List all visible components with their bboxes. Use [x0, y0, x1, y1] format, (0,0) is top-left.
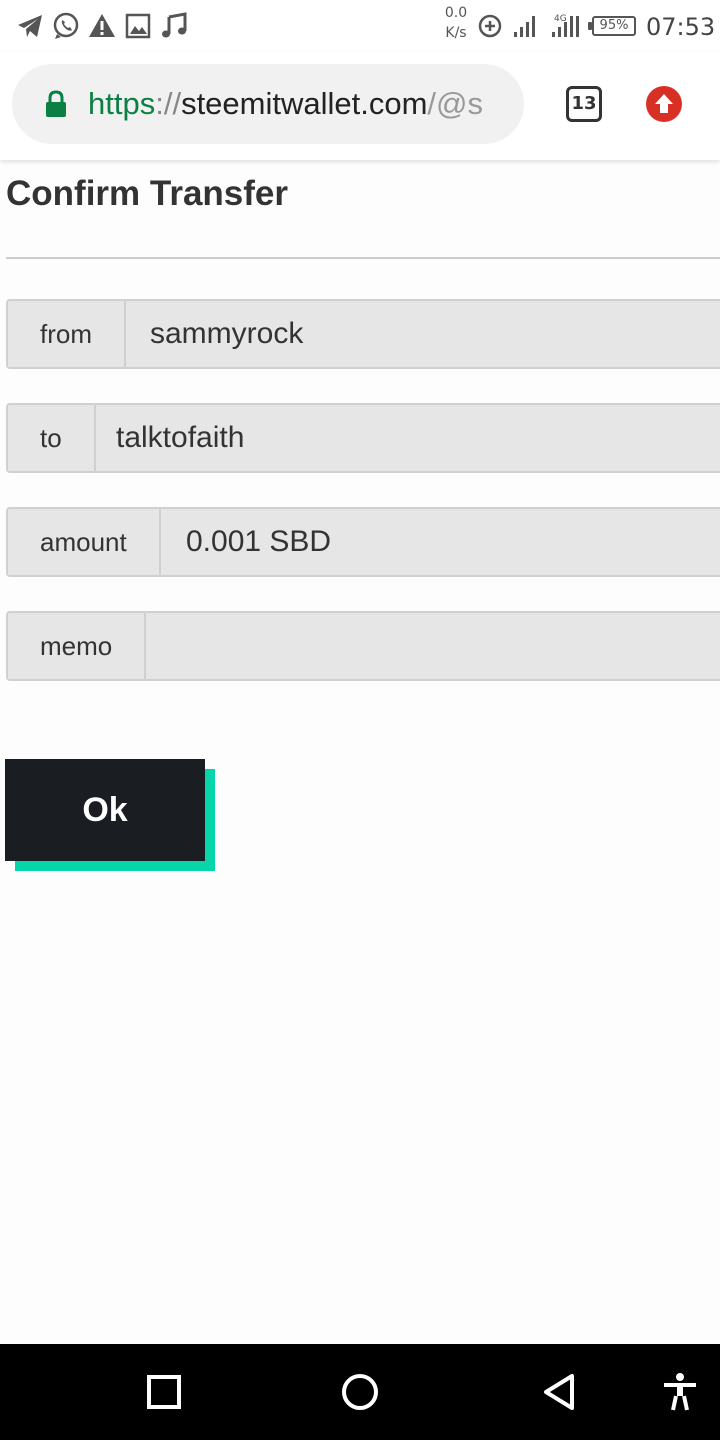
- from-value: sammyrock: [150, 317, 304, 350]
- title-divider: [6, 257, 720, 259]
- telegram-icon: [18, 15, 42, 37]
- recents-icon[interactable]: [144, 1372, 184, 1412]
- clock: 07:53: [646, 13, 716, 41]
- from-field: from sammyrock: [6, 299, 720, 369]
- url-path: /@s: [427, 86, 484, 121]
- url-text[interactable]: https://steemitwallet.com/@s: [88, 84, 508, 124]
- back-icon[interactable]: [540, 1372, 580, 1412]
- warning-icon: [89, 14, 115, 37]
- battery-icon: 95%: [588, 16, 636, 36]
- to-value: talktofaith: [116, 421, 245, 454]
- update-button[interactable]: [646, 86, 682, 122]
- lock-icon: [46, 90, 66, 117]
- url-bar[interactable]: https://steemitwallet.com/@s: [12, 64, 524, 144]
- status-bar: 0.0 K/s 4G 95% 07:53: [0, 0, 720, 52]
- signal-icon: [514, 16, 535, 37]
- to-field: to talktofaith: [6, 403, 720, 473]
- browser-toolbar: https://steemitwallet.com/@s 13: [0, 52, 720, 160]
- ok-button[interactable]: Ok: [5, 759, 205, 861]
- amount-label: amount: [8, 509, 161, 575]
- home-icon[interactable]: [340, 1372, 380, 1412]
- data-saver-icon: [478, 14, 502, 38]
- url-separator: ://: [155, 86, 182, 121]
- memo-label: memo: [8, 613, 147, 679]
- music-icon: [162, 12, 187, 38]
- accessibility-icon[interactable]: [660, 1372, 700, 1412]
- page-title: Confirm Transfer: [6, 174, 288, 213]
- signal-4g-icon: 4G: [552, 14, 579, 37]
- network-speed: 0.0 K/s: [444, 5, 468, 41]
- system-nav-bar: [0, 1344, 720, 1440]
- battery-level: 95%: [599, 18, 629, 33]
- arrow-up-icon: [655, 94, 673, 113]
- tab-switcher-button[interactable]: 13: [566, 86, 602, 122]
- image-icon: [125, 13, 151, 39]
- amount-field: amount 0.001 SBD: [6, 507, 720, 577]
- url-scheme: https: [88, 86, 156, 121]
- to-label: to: [8, 405, 96, 471]
- memo-field: memo: [6, 611, 720, 681]
- tab-count: 13: [571, 93, 597, 114]
- whatsapp-icon: [53, 12, 79, 39]
- url-host: steemitwallet.com: [181, 86, 428, 121]
- amount-value: 0.001 SBD: [186, 525, 332, 558]
- from-label: from: [8, 301, 126, 367]
